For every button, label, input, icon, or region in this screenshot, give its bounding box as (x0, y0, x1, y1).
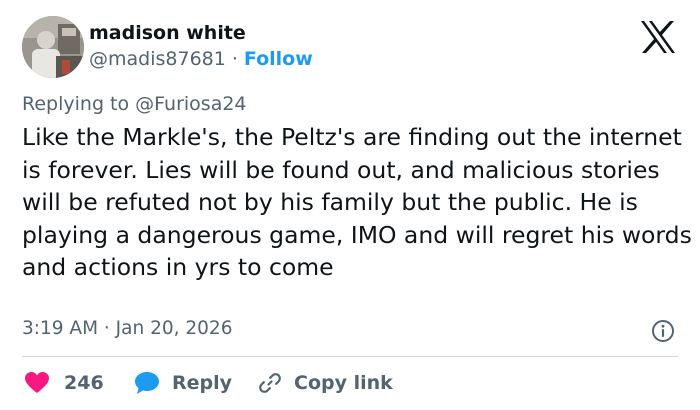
copy-link-label: Copy link (294, 372, 393, 394)
copy-link-button[interactable]: Copy link (258, 368, 393, 398)
avatar-photo-icon (22, 16, 84, 78)
info-icon[interactable] (651, 319, 675, 343)
action-bar: 246 Reply Copy link (22, 368, 682, 398)
like-button[interactable]: 246 (24, 368, 104, 398)
avatar[interactable] (22, 16, 84, 78)
follow-button[interactable]: Follow (244, 48, 313, 70)
reply-button[interactable]: Reply (134, 368, 232, 398)
tweet-timestamp[interactable]: 3:19 AM · Jan 20, 2026 (22, 318, 232, 339)
x-logo-icon[interactable] (640, 20, 676, 54)
tweet-text: Like the Markle's, the Peltz's are findi… (22, 123, 692, 281)
speech-bubble-icon (134, 371, 160, 395)
author-handle-row: @madis87681 · Follow (89, 48, 313, 70)
link-icon (258, 371, 282, 395)
replying-to-label[interactable]: Replying to @Furiosa24 (22, 93, 247, 115)
like-count: 246 (64, 372, 104, 394)
separator-dot: · (231, 48, 238, 70)
author-name[interactable]: madison white (89, 22, 246, 44)
author-handle[interactable]: @madis87681 (89, 48, 226, 70)
reply-label: Reply (172, 372, 233, 394)
tweet-card: madison white @madis87681 · Follow Replyin… (0, 0, 700, 410)
heart-icon (24, 371, 50, 395)
divider (22, 356, 678, 357)
